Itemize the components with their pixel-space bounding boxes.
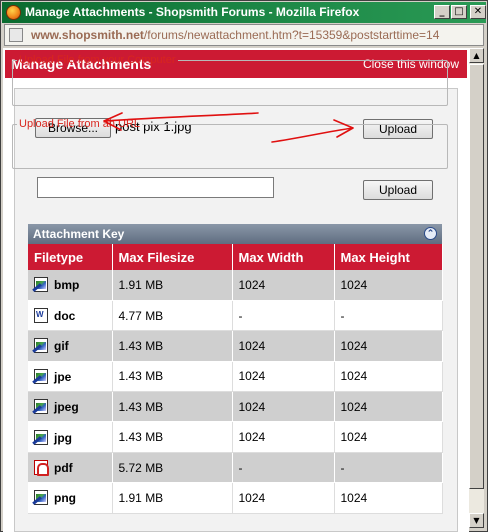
max-height-cell: 1024 [334, 330, 443, 362]
scroll-down-arrow-icon[interactable]: ▼ [469, 513, 484, 528]
table-row: jpe 1.43 MB 1024 1024 [28, 361, 443, 393]
filetype-cell: jpe [28, 361, 113, 393]
upload-from-url-legend: Upload File from an URL [19, 118, 141, 130]
filetype-label: jpg [54, 430, 72, 445]
scrollbar-thumb[interactable] [469, 64, 484, 489]
table-row: png 1.91 MB 1024 1024 [28, 482, 443, 514]
filetype-label: pdf [54, 461, 73, 476]
column-header-filetype: Filetype [28, 244, 113, 270]
filetype-cell: pdf [28, 452, 113, 484]
max-width-cell: - [232, 452, 335, 484]
filetype-label: doc [54, 309, 76, 324]
attachment-key-table: Filetype Max Filesize Max Width Max Heig… [28, 244, 443, 514]
attachment-key-header: Attachment Key ⌃ [28, 224, 442, 244]
vertical-scrollbar[interactable]: ▲ ▼ [469, 48, 484, 528]
filetype-cell: bmp [28, 270, 113, 301]
image-file-icon [34, 368, 48, 384]
table-row: doc4.77 MB-- [28, 300, 443, 332]
column-header-max-width: Max Width [232, 244, 335, 270]
max-width-cell: 1024 [232, 330, 335, 362]
table-row: pdf 5.72 MB - - [28, 452, 443, 484]
max-height-cell: 1024 [334, 361, 443, 393]
table-header-row: Filetype Max Filesize Max Width Max Heig… [28, 244, 443, 270]
address-url[interactable]: www.shopsmith.net/forums/newattachment.h… [31, 28, 439, 42]
max-width-cell: 1024 [232, 482, 335, 514]
filetype-cell: png [28, 482, 113, 514]
max-width-cell: - [232, 300, 335, 332]
filetype-cell: jpeg [28, 391, 113, 423]
attachment-key-title: Attachment Key [33, 227, 125, 241]
filetype-cell: doc [28, 300, 113, 332]
filetype-label: gif [54, 339, 69, 354]
max-filesize-cell: 1.91 MB [112, 482, 233, 514]
upload-from-url-group: Upload File from an URL [12, 118, 448, 169]
filetype-label: png [54, 491, 76, 506]
max-filesize-cell: 4.77 MB [112, 300, 233, 332]
image-file-icon [34, 490, 48, 506]
url-input[interactable] [37, 177, 274, 198]
table-row: jpeg 1.43 MB 1024 1024 [28, 391, 443, 423]
url-path: /forums/newattachment.htm?t=15359&postst… [143, 28, 440, 42]
filetype-cell: gif [28, 330, 113, 362]
filetype-label: jpeg [54, 400, 79, 415]
scroll-up-arrow-icon[interactable]: ▲ [469, 48, 484, 63]
max-height-cell: 1024 [334, 482, 443, 514]
upload-from-computer-group: Upload File from your Computer [12, 54, 448, 106]
filetype-label: jpe [54, 369, 72, 384]
word-doc-icon [34, 308, 48, 324]
table-row: gif 1.43 MB 1024 1024 [28, 330, 443, 362]
upload-from-computer-legend: Upload File from your Computer [19, 54, 176, 66]
firefox-icon [6, 5, 21, 20]
site-identity-icon[interactable] [9, 28, 23, 42]
filetype-label: bmp [54, 278, 80, 293]
address-bar[interactable]: www.shopsmith.net/forums/newattachment.h… [4, 24, 484, 46]
collapse-icon[interactable]: ⌃ [424, 227, 437, 240]
table-row: jpg 1.43 MB 1024 1024 [28, 421, 443, 453]
image-file-icon [34, 399, 48, 415]
max-filesize-cell: 1.43 MB [112, 391, 233, 423]
image-file-icon [34, 277, 48, 293]
max-height-cell: 1024 [334, 421, 443, 453]
close-window-button[interactable]: ✕ [470, 5, 486, 19]
maximize-button[interactable]: □ [451, 5, 467, 19]
max-width-cell: 1024 [232, 270, 335, 301]
max-filesize-cell: 1.91 MB [112, 270, 233, 301]
image-file-icon [34, 338, 48, 354]
table-row: bmp 1.91 MB 1024 1024 [28, 270, 443, 301]
max-filesize-cell: 1.43 MB [112, 330, 233, 362]
url-domain: www.shopsmith.net [31, 28, 144, 42]
window-title: Manage Attachments - Shopsmith Forums - … [25, 5, 360, 19]
max-filesize-cell: 5.72 MB [112, 452, 233, 484]
upload-url-button[interactable]: Upload [363, 180, 433, 200]
max-width-cell: 1024 [232, 391, 335, 423]
max-height-cell: - [334, 452, 443, 484]
minimize-button[interactable]: _ [434, 5, 450, 19]
max-width-cell: 1024 [232, 421, 335, 453]
max-width-cell: 1024 [232, 361, 335, 393]
image-file-icon [34, 429, 48, 445]
column-header-max-height: Max Height [334, 244, 443, 270]
pdf-file-icon [34, 460, 49, 477]
max-filesize-cell: 1.43 MB [112, 421, 233, 453]
max-height-cell: 1024 [334, 270, 443, 301]
title-bar[interactable]: Manage Attachments - Shopsmith Forums - … [2, 2, 486, 23]
max-filesize-cell: 1.43 MB [112, 361, 233, 393]
max-height-cell: - [334, 300, 443, 332]
max-height-cell: 1024 [334, 391, 443, 423]
filetype-cell: jpg [28, 421, 113, 453]
column-header-max-filesize: Max Filesize [112, 244, 233, 270]
